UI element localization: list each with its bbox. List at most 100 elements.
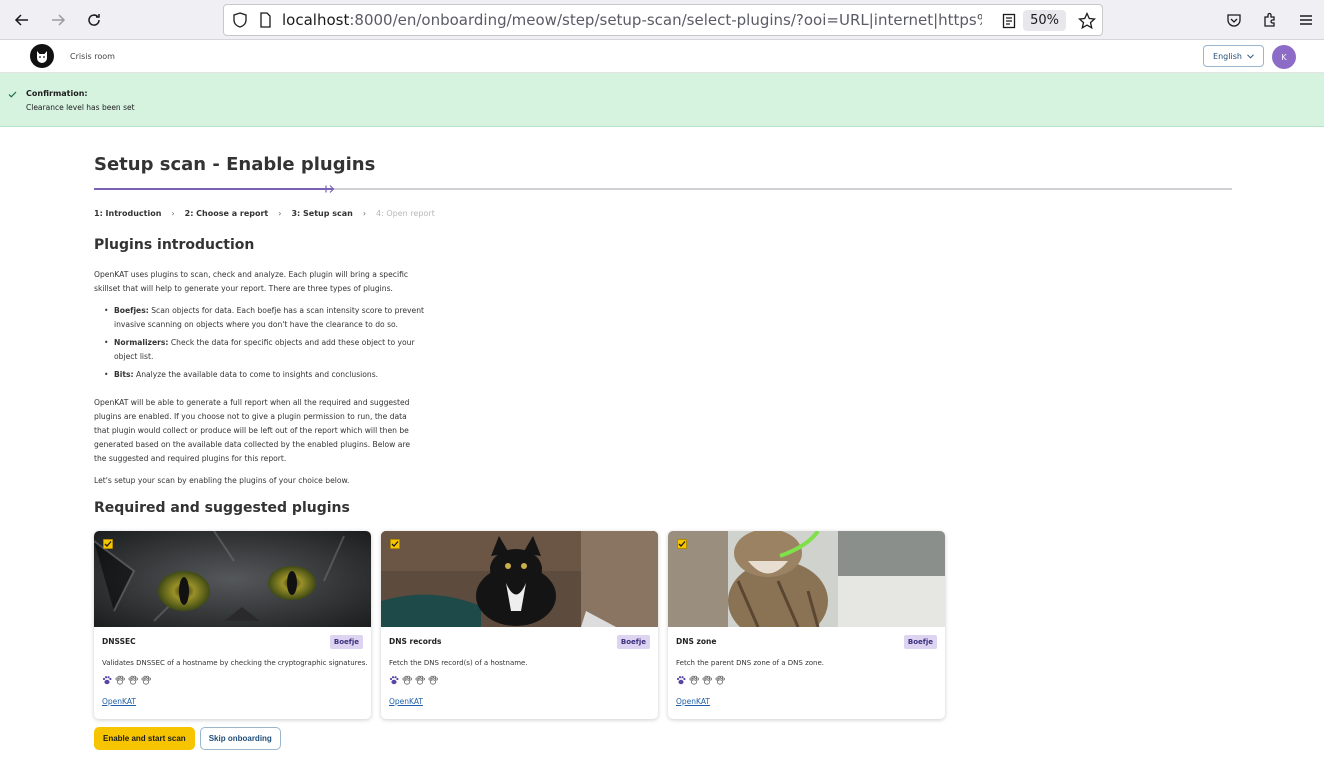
paw-outline-icon <box>115 675 125 685</box>
plugin-type-badge: Boefje <box>616 635 650 649</box>
plugin-type-badge: Boefje <box>903 635 937 649</box>
plugin-enable-checkbox[interactable] <box>103 539 113 549</box>
address-bar[interactable]: localhost:8000/en/onboarding/meow/step/s… <box>223 4 1103 36</box>
progress-fill <box>94 188 333 190</box>
scan-intensity <box>676 675 725 685</box>
paw-filled-icon <box>389 676 399 685</box>
zoom-level-badge[interactable]: 50% <box>1023 10 1066 31</box>
paw-filled-icon <box>676 676 686 685</box>
plugin-description: Fetch the parent DNS zone of a DNS zone. <box>676 659 825 667</box>
list-item: Normalizers: Check the data for specific… <box>104 336 434 364</box>
user-avatar[interactable]: K <box>1272 45 1296 69</box>
paw-filled-icon <box>102 676 112 685</box>
plugin-card-dns-zone[interactable]: DNS zone Boefje Fetch the parent DNS zon… <box>668 531 945 719</box>
shield-icon[interactable] <box>232 12 248 28</box>
reload-icon <box>88 13 100 26</box>
extensions-button[interactable] <box>1252 0 1288 40</box>
paw-outline-icon <box>689 675 699 685</box>
reload-button[interactable] <box>76 0 112 40</box>
arrow-right-icon <box>52 13 66 26</box>
plugin-title: DNS zone <box>676 637 717 646</box>
paw-outline-icon <box>428 675 438 685</box>
checkmark-icon <box>678 541 686 547</box>
checkmark-icon <box>391 541 399 547</box>
pocket-icon <box>1227 14 1241 27</box>
step-setup-scan[interactable]: 3: Setup scan <box>291 209 352 218</box>
skip-onboarding-button[interactable]: Skip onboarding <box>199 727 281 750</box>
stepper: 1: Introduction › 2: Choose a report › 3… <box>94 209 435 218</box>
language-label: English <box>1213 51 1242 61</box>
browser-toolbar: localhost:8000/en/onboarding/meow/step/s… <box>0 0 1324 40</box>
app-header: Crisis room English K <box>0 40 1324 73</box>
setup-scan-paragraph: Let's setup your scan by enabling the pl… <box>94 476 350 485</box>
list-item-text: Scan objects for data. Each boefje has a… <box>114 306 425 329</box>
tabby-cat-image <box>668 531 945 627</box>
paw-outline-icon <box>702 675 712 685</box>
reader-view-icon[interactable] <box>1002 13 1016 29</box>
puzzle-icon <box>1264 12 1275 27</box>
plugin-title: DNSSEC <box>102 637 136 646</box>
enable-and-start-scan-button[interactable]: Enable and start scan <box>94 727 195 750</box>
list-item-term: Bits: <box>114 370 134 379</box>
page-icon[interactable] <box>258 12 272 28</box>
cat-logo-icon <box>37 51 47 63</box>
plugin-type-badge: Boefje <box>329 635 363 649</box>
step-separator-icon: › <box>362 209 367 218</box>
cat-on-couch-image <box>381 531 658 627</box>
scan-intensity <box>102 675 151 685</box>
hamburger-menu-icon <box>1300 15 1312 25</box>
plugin-source-link[interactable]: OpenKAT <box>389 697 423 706</box>
language-select[interactable]: English <box>1203 45 1264 67</box>
plugin-types-list: Boefjes: Scan objects for data. Each boe… <box>104 304 434 386</box>
list-item-term: Boefjes: <box>114 306 149 315</box>
plugin-description: Validates DNSSEC of a hostname by checki… <box>102 659 368 667</box>
plugin-title: DNS records <box>389 637 442 646</box>
confirmation-title: Confirmation: <box>26 89 88 98</box>
action-buttons: Enable and start scan Skip onboarding <box>94 727 281 750</box>
url-path: :8000/en/onboarding/meow/step/setup-scan… <box>349 11 982 29</box>
paw-outline-icon <box>128 675 138 685</box>
plugin-card-dns-records[interactable]: DNS records Boefje Fetch the DNS record(… <box>381 531 658 719</box>
menu-button[interactable] <box>1288 0 1324 40</box>
plugins-introduction-heading: Plugins introduction <box>94 237 255 253</box>
plugin-source-link[interactable]: OpenKAT <box>676 697 710 706</box>
plugin-description: Fetch the DNS record(s) of a hostname. <box>389 659 528 667</box>
url-text[interactable]: localhost:8000/en/onboarding/meow/step/s… <box>282 11 982 29</box>
bookmark-star-icon[interactable] <box>1078 12 1096 30</box>
chevron-down-icon <box>1247 53 1254 59</box>
paw-outline-icon <box>715 675 725 685</box>
crisis-room-link[interactable]: Crisis room <box>70 52 115 61</box>
list-item-term: Normalizers: <box>114 338 169 347</box>
paw-outline-icon <box>415 675 425 685</box>
confirmation-banner: Confirmation: Clearance level has been s… <box>0 73 1324 127</box>
arrow-left-icon <box>14 13 28 26</box>
plugin-card-dnssec[interactable]: DNSSEC Boefje Validates DNSSEC of a host… <box>94 531 371 719</box>
paw-outline-icon <box>141 675 151 685</box>
plugin-cards: DNSSEC Boefje Validates DNSSEC of a host… <box>94 531 945 719</box>
checkmark-icon <box>8 91 17 98</box>
intro-paragraph: OpenKAT uses plugins to scan, check and … <box>94 270 409 293</box>
paw-outline-icon <box>402 675 412 685</box>
forward-button[interactable] <box>40 0 76 40</box>
cat-eyes-image <box>94 531 371 627</box>
step-open-report: 4: Open report <box>376 209 435 218</box>
pocket-button[interactable] <box>1216 0 1252 40</box>
page-title: Setup scan - Enable plugins <box>94 154 376 175</box>
step-separator-icon: › <box>278 209 282 218</box>
plugins-heading: Required and suggested plugins <box>94 500 350 516</box>
full-report-paragraph: OpenKAT will be able to generate a full … <box>94 398 411 463</box>
openkat-logo[interactable] <box>30 44 54 68</box>
list-item: Boefjes: Scan objects for data. Each boe… <box>104 304 434 332</box>
progress-marker-icon <box>323 185 335 193</box>
list-item-text: Analyze the available data to come to in… <box>136 370 379 379</box>
plugin-source-link[interactable]: OpenKAT <box>102 697 136 706</box>
onboarding-progress-bar <box>94 185 1232 193</box>
step-choose-report[interactable]: 2: Choose a report <box>185 209 269 218</box>
plugin-enable-checkbox[interactable] <box>390 539 400 549</box>
step-introduction[interactable]: 1: Introduction <box>94 209 161 218</box>
plugin-enable-checkbox[interactable] <box>677 539 687 549</box>
back-button[interactable] <box>4 0 40 40</box>
scan-intensity <box>389 675 438 685</box>
list-item: Bits: Analyze the available data to come… <box>104 368 434 382</box>
url-host: localhost <box>282 11 350 29</box>
